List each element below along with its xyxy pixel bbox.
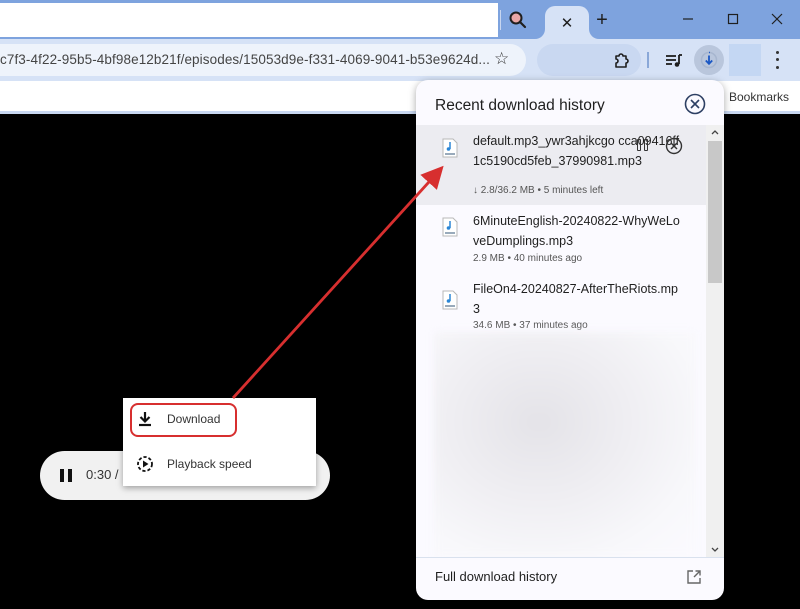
media-controls-icon[interactable] xyxy=(664,50,684,70)
full-download-history-link[interactable]: Full download history xyxy=(416,557,724,600)
active-tab[interactable]: ✕ xyxy=(545,6,589,39)
download-filename: 6MinuteEnglish-20240822-WhyWeLoveDumplin… xyxy=(473,214,680,248)
download-item[interactable]: 6MinuteEnglish-20240822-WhyWeLoveDumplin… xyxy=(416,205,706,280)
screen: ✕ + c7f3-4f22-95b5-4bf98e12b21f/episodes… xyxy=(0,0,800,609)
pause-bar xyxy=(68,469,72,482)
bookmark-star-icon[interactable]: ☆ xyxy=(494,49,509,69)
tab-close-icon[interactable]: ✕ xyxy=(561,14,574,32)
download-list: default.mp3_ywr3ahjkcgo cca09416ff1c5190… xyxy=(416,125,706,557)
pause-download-icon-bar xyxy=(643,139,648,151)
pause-download-icon-bar xyxy=(636,139,641,151)
tab-strip-blank-area xyxy=(0,3,498,37)
menu-item-label: Playback speed xyxy=(167,457,252,471)
download-list-scrollbar[interactable] xyxy=(706,125,724,557)
menu-item-playback-speed[interactable]: Playback speed xyxy=(123,444,316,484)
download-filename: default.mp3_ywr3ahjkcgo cca09416ff1c5190… xyxy=(473,134,680,168)
scroll-thumb[interactable] xyxy=(708,141,722,283)
scroll-down-arrow[interactable] xyxy=(706,543,724,557)
pause-icon[interactable] xyxy=(60,469,72,482)
tab-search-icon xyxy=(509,11,527,29)
audio-file-icon xyxy=(442,290,458,310)
cancel-download-icon[interactable] xyxy=(665,137,683,155)
close-window-button[interactable] xyxy=(762,6,792,32)
maximize-icon xyxy=(727,13,739,25)
open-external-icon xyxy=(687,570,701,584)
downloads-button[interactable] xyxy=(694,45,724,75)
minimize-button[interactable] xyxy=(673,6,703,32)
profile-button[interactable] xyxy=(729,44,761,76)
all-bookmarks-button[interactable]: Bookmarks xyxy=(729,90,789,104)
download-item[interactable]: default.mp3_ywr3ahjkcgo cca09416ff1c5190… xyxy=(416,125,706,205)
blurred-region xyxy=(434,332,696,557)
download-filename: FileOn4-20240827-AfterTheRiots.mp3 xyxy=(473,282,678,316)
new-tab-button[interactable]: + xyxy=(590,8,614,32)
audio-file-icon xyxy=(442,217,458,237)
menu-dot xyxy=(775,58,779,62)
address-bar[interactable]: c7f3-4f22-95b5-4bf98e12b21f/episodes/150… xyxy=(0,44,526,76)
playback-time: 0:30 / xyxy=(86,467,119,482)
playback-speed-icon xyxy=(137,456,153,472)
pause-bar xyxy=(60,469,64,482)
tab-divider xyxy=(500,10,501,30)
chevron-down-icon xyxy=(711,547,719,552)
scroll-up-arrow[interactable] xyxy=(706,125,724,139)
tab-strip: ✕ + xyxy=(0,0,800,39)
download-item[interactable]: FileOn4-20240827-AfterTheRiots.mp3 34.6 … xyxy=(416,280,706,332)
minimize-icon xyxy=(683,18,693,20)
url-text[interactable]: c7f3-4f22-95b5-4bf98e12b21f/episodes/150… xyxy=(0,52,490,67)
download-meta: ↓ 2.8/36.2 MB • 5 minutes left xyxy=(473,185,604,196)
toolbar: c7f3-4f22-95b5-4bf98e12b21f/episodes/150… xyxy=(0,39,800,81)
pause-download-button[interactable] xyxy=(634,139,650,155)
menu-dot xyxy=(775,65,779,69)
close-panel-icon[interactable] xyxy=(684,93,706,115)
annotation-highlight-box xyxy=(130,403,237,437)
extensions-puzzle-icon[interactable] xyxy=(612,50,632,70)
menu-dot xyxy=(775,51,779,55)
browser-menu-button[interactable] xyxy=(770,49,784,71)
close-window-icon xyxy=(771,13,783,25)
download-meta: 2.9 MB • 40 minutes ago xyxy=(473,253,583,264)
footer-label: Full download history xyxy=(435,569,558,584)
annotation-arrow-line xyxy=(231,165,444,399)
download-progress-icon xyxy=(700,51,718,69)
toolbar-separator xyxy=(647,52,649,68)
audio-file-icon xyxy=(442,138,458,158)
panel-title: Recent download history xyxy=(435,97,605,114)
download-bubble: Recent download history default.mp3_ywr3… xyxy=(416,80,724,600)
chevron-up-icon xyxy=(711,130,719,135)
tab-search-button[interactable] xyxy=(506,8,530,32)
maximize-button[interactable] xyxy=(718,6,748,32)
download-meta: 34.6 MB • 37 minutes ago xyxy=(473,320,588,331)
